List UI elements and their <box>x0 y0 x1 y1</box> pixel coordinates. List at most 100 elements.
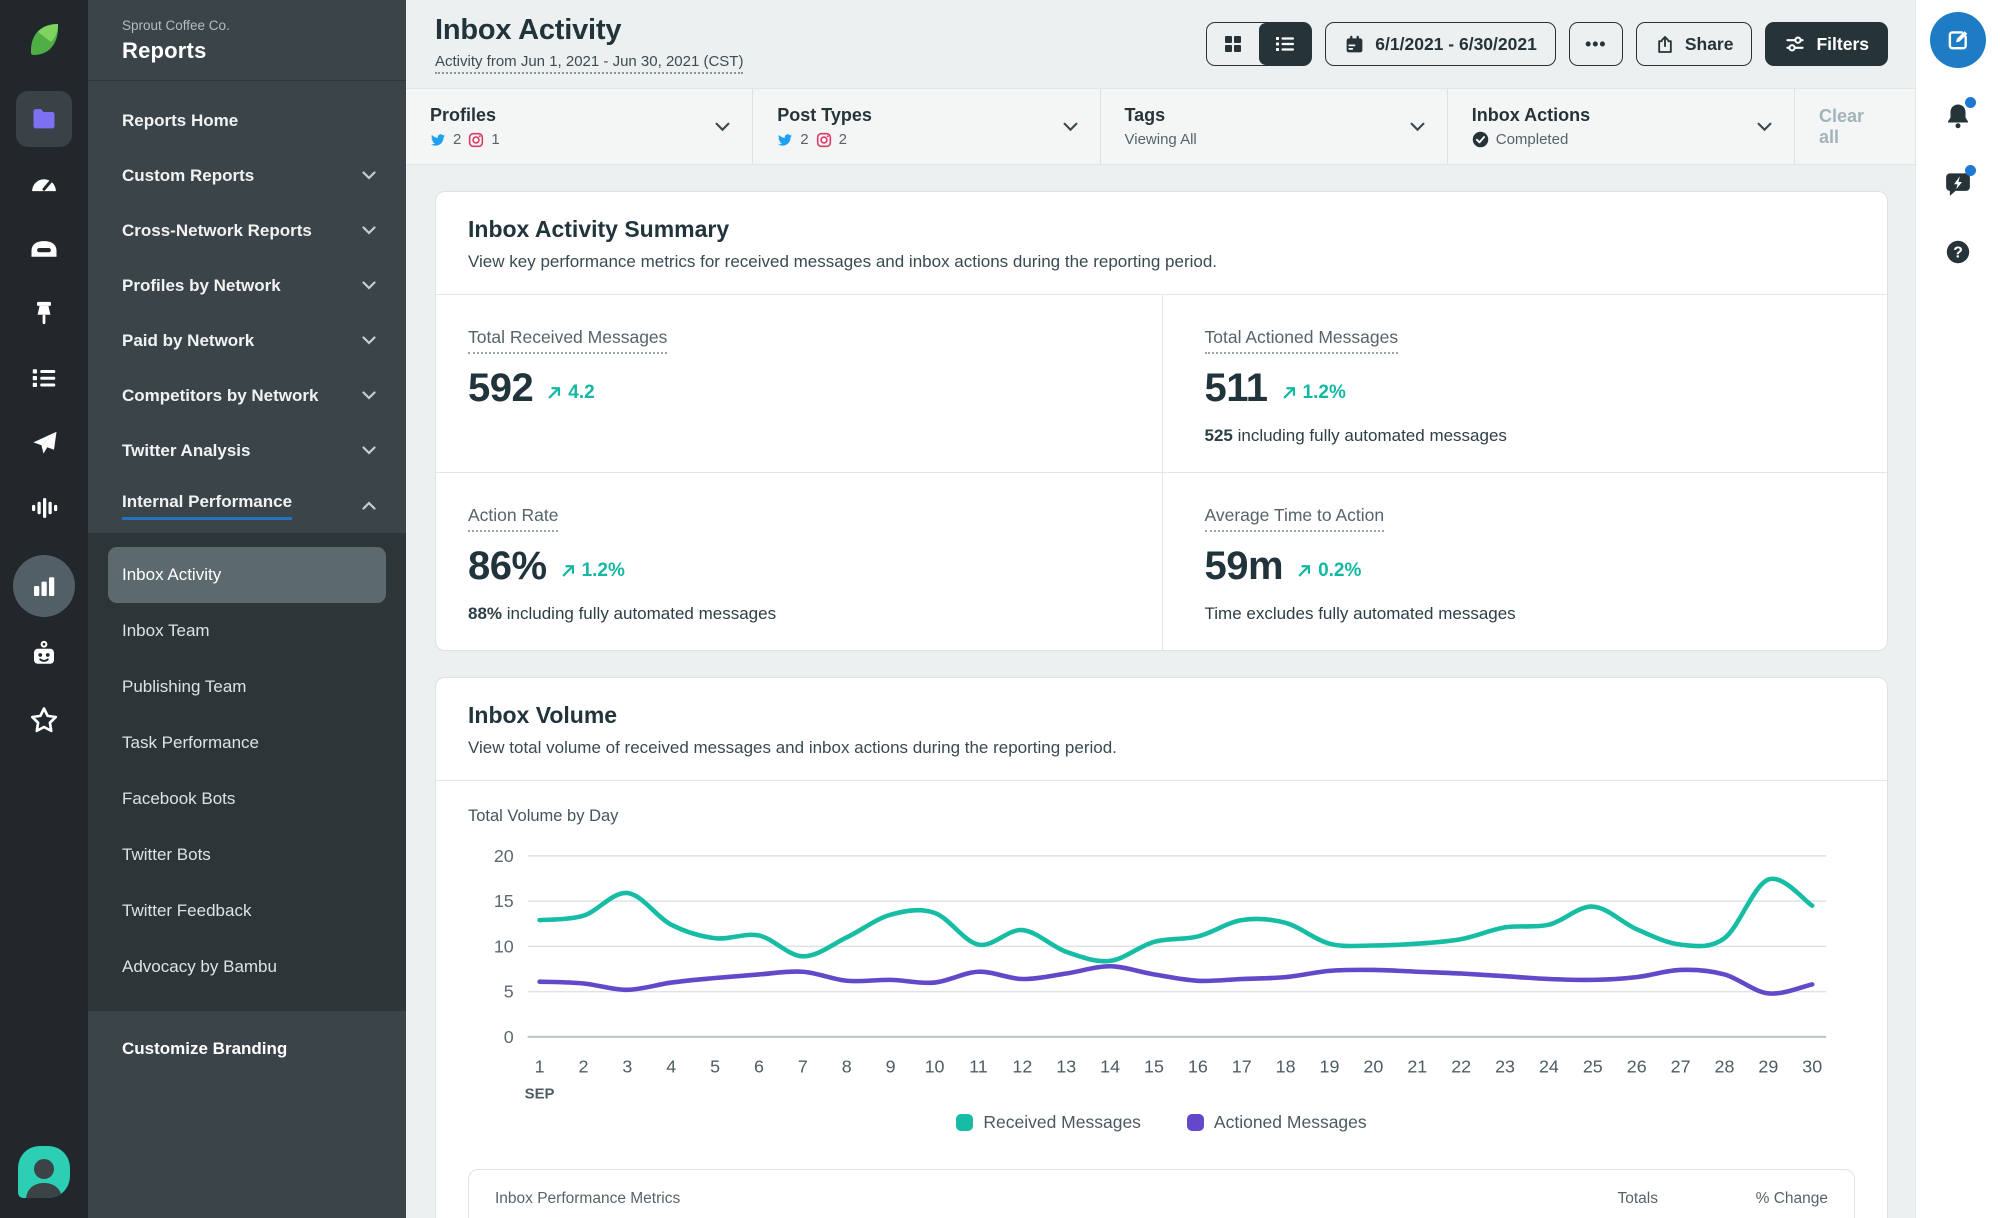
svg-text:2: 2 <box>579 1057 589 1077</box>
rail-inbox-button[interactable] <box>24 228 64 268</box>
metric-change: 0.2% <box>1296 560 1361 582</box>
reports-nav: Reports Home Custom Reports Cross-Networ… <box>88 81 406 533</box>
metric-change: 1.2% <box>560 560 625 582</box>
svg-text:29: 29 <box>1758 1057 1778 1077</box>
svg-text:4: 4 <box>666 1057 676 1077</box>
subnav-item-task-performance[interactable]: Task Performance <box>108 715 386 771</box>
sidebar-item-cross-network-reports[interactable]: Cross-Network Reports <box>88 203 406 258</box>
sidebar-item-custom-reports[interactable]: Custom Reports <box>88 148 406 203</box>
user-avatar[interactable] <box>18 1146 70 1198</box>
person-photo-placeholder <box>26 1159 62 1198</box>
subnav-item-facebook-bots[interactable]: Facebook Bots <box>108 771 386 827</box>
svg-text:24: 24 <box>1539 1057 1559 1077</box>
report-date-summary[interactable]: Activity from Jun 1, 2021 - Jun 30, 2021… <box>435 53 744 74</box>
legend-received-messages: Received Messages <box>956 1112 1141 1133</box>
sidebar-item-internal-performance[interactable]: Internal Performance <box>88 478 406 533</box>
header-actions: 6/1/2021 - 6/30/2021 ••• Share Filters <box>1206 22 1888 66</box>
chart-title: Total Volume by Day <box>468 807 619 825</box>
list-view-icon <box>1276 37 1295 51</box>
share-icon <box>1658 35 1672 53</box>
inbox-activity-summary-card: Inbox Activity Summary View key performa… <box>435 191 1888 651</box>
sidebar-item-reports-home[interactable]: Reports Home <box>88 93 406 148</box>
post-types-filter[interactable]: Post Types 2 2 <box>753 89 1101 164</box>
subnav-item-twitter-bots[interactable]: Twitter Bots <box>108 827 386 883</box>
customize-branding-link[interactable]: Customize Branding <box>88 1011 406 1087</box>
rail-publishing-button[interactable] <box>24 423 64 463</box>
chevron-up-icon <box>362 501 376 510</box>
svg-text:1: 1 <box>535 1057 545 1077</box>
svg-text:25: 25 <box>1583 1057 1603 1077</box>
gauge-icon <box>32 179 56 192</box>
rail-favorites-button[interactable] <box>24 700 64 740</box>
subnav-item-advocacy-by-bambu[interactable]: Advocacy by Bambu <box>108 939 386 995</box>
svg-text:18: 18 <box>1276 1057 1296 1077</box>
summary-title: Inbox Activity Summary <box>468 216 730 242</box>
share-button[interactable]: Share <box>1635 22 1753 66</box>
svg-text:19: 19 <box>1320 1057 1340 1077</box>
summary-description: View key performance metrics for receive… <box>468 252 1218 271</box>
question-circle-icon: ? <box>1946 240 1970 264</box>
grid-view-button[interactable] <box>1207 23 1259 65</box>
help-button[interactable]: ? <box>1938 232 1978 272</box>
svg-text:0: 0 <box>504 1027 514 1047</box>
rail-pin-button[interactable] <box>24 293 64 333</box>
svg-text:?: ? <box>1953 244 1963 261</box>
compose-button[interactable] <box>1930 12 1986 68</box>
sidebar-title: Reports <box>122 38 207 63</box>
metric-label[interactable]: Total Actioned Messages <box>1204 327 1399 354</box>
clear-all-filters-button[interactable]: Clear all <box>1795 89 1915 164</box>
subnav-item-twitter-feedback[interactable]: Twitter Feedback <box>108 883 386 939</box>
chart-legend: Received Messages Actioned Messages <box>468 1104 1855 1159</box>
list-view-button[interactable] <box>1259 23 1312 65</box>
notifications-button[interactable] <box>1938 96 1978 136</box>
list-icon <box>32 369 56 387</box>
twitter-icon <box>431 133 445 146</box>
metric-change: 1.2% <box>1281 382 1346 404</box>
rail-tasks-button[interactable] <box>24 358 64 398</box>
rail-reports-button-active[interactable] <box>13 555 75 617</box>
bot-icon <box>34 640 54 664</box>
volume-chart-area: Total Volume by Day 0 5 10 15 20 1 2 3 4 5 6 7 8 9 10 1… <box>436 781 1887 1165</box>
chevron-down-icon <box>362 226 376 235</box>
rail-dashboard-button[interactable] <box>24 163 64 203</box>
svg-text:21: 21 <box>1407 1057 1427 1077</box>
rail-listening-button[interactable] <box>24 488 64 528</box>
rail-automation-button[interactable] <box>24 635 64 675</box>
sidebar-item-competitors-by-network[interactable]: Competitors by Network <box>88 368 406 423</box>
filters-button[interactable]: Filters <box>1765 22 1888 66</box>
metric-label[interactable]: Total Received Messages <box>468 327 668 354</box>
internal-performance-subnav: Inbox Activity Inbox Team Publishing Tea… <box>88 533 406 1011</box>
tags-filter[interactable]: Tags Viewing All <box>1101 89 1448 164</box>
svg-text:3: 3 <box>622 1057 632 1077</box>
metric-label[interactable]: Average Time to Action <box>1204 505 1385 532</box>
notification-badge <box>1965 97 1976 108</box>
svg-text:23: 23 <box>1495 1057 1515 1077</box>
svg-text:11: 11 <box>969 1057 988 1077</box>
metric-note: Time excludes fully automated messages <box>1204 604 1516 623</box>
svg-text:28: 28 <box>1715 1057 1735 1077</box>
sidebar-item-paid-by-network[interactable]: Paid by Network <box>88 313 406 368</box>
rail-folder-active-tile[interactable] <box>16 91 72 147</box>
date-range-button[interactable]: 6/1/2021 - 6/30/2021 <box>1325 22 1556 66</box>
metric-total-actioned-messages: Total Actioned Messages 511 1.2% 525 inc… <box>1161 295 1888 472</box>
sidebar-header: Sprout Coffee Co. Reports <box>88 0 406 81</box>
whats-new-button[interactable] <box>1938 164 1978 204</box>
svg-text:15: 15 <box>1144 1057 1164 1077</box>
sprout-leaf-logo[interactable] <box>21 16 67 67</box>
profiles-filter[interactable]: Profiles 2 1 <box>406 89 754 164</box>
svg-text:30: 30 <box>1802 1057 1822 1077</box>
subnav-item-publishing-team[interactable]: Publishing Team <box>108 659 386 715</box>
inbox-actions-filter[interactable]: Inbox Actions Completed <box>1448 89 1795 164</box>
sidebar-item-twitter-analysis[interactable]: Twitter Analysis <box>88 423 406 478</box>
report-header: Inbox Activity Activity from Jun 1, 2021… <box>406 0 1915 88</box>
chevron-down-icon <box>362 446 376 455</box>
paper-plane-icon <box>33 431 57 454</box>
metric-label[interactable]: Action Rate <box>468 505 559 532</box>
metric-change: 4.2 <box>546 382 595 404</box>
subnav-item-inbox-team[interactable]: Inbox Team <box>108 603 386 659</box>
metric-note: 88% including fully automated messages <box>468 604 777 623</box>
inbox-icon <box>31 241 57 257</box>
subnav-item-inbox-activity[interactable]: Inbox Activity <box>108 547 386 603</box>
more-options-button[interactable]: ••• <box>1568 22 1623 66</box>
sidebar-item-profiles-by-network[interactable]: Profiles by Network <box>88 258 406 313</box>
